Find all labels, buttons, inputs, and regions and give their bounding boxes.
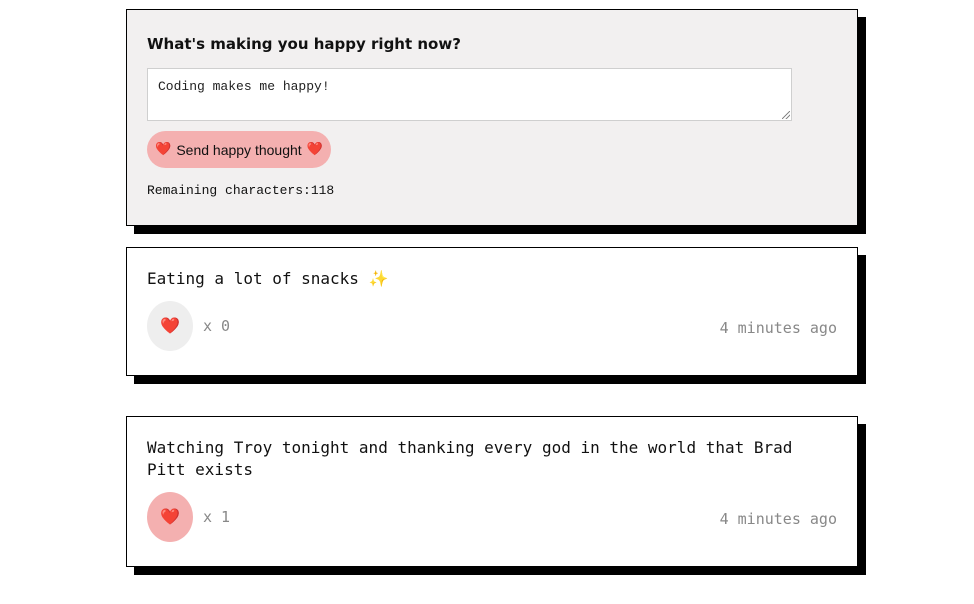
sparkles-icon: ✨ <box>368 269 389 288</box>
thought-message: Watching Troy tonight and thanking every… <box>147 437 817 481</box>
send-button-label: Send happy thought <box>176 141 302 158</box>
remaining-count: 118 <box>310 183 335 198</box>
like-button[interactable]: ❤️ <box>147 492 193 542</box>
thought-text: Eating a lot of snacks <box>147 269 359 288</box>
heart-icon: ❤️ <box>160 316 180 335</box>
thought-message: Eating a lot of snacks ✨ <box>147 268 817 290</box>
heart-icon: ❤️ <box>160 507 180 526</box>
thought-timestamp: 4 minutes ago <box>719 510 837 528</box>
thought-textarea[interactable] <box>147 68 792 121</box>
thought-card: Eating a lot of snacks ✨ ❤️ x 0 4 minute… <box>126 247 858 376</box>
remaining-label: Remaining characters: <box>147 183 311 198</box>
happy-thought-form: What's making you happy right now? ❤️ Se… <box>126 9 858 226</box>
like-count: x 0 <box>203 317 231 335</box>
form-title: What's making you happy right now? <box>147 35 461 53</box>
thought-text: Watching Troy tonight and thanking every… <box>147 438 793 479</box>
like-count: x 1 <box>203 508 231 526</box>
thought-timestamp: 4 minutes ago <box>719 319 837 337</box>
like-button[interactable]: ❤️ <box>147 301 193 351</box>
thought-input-wrapper <box>147 68 792 121</box>
heart-icon: ❤️ <box>155 142 172 157</box>
thought-card: Watching Troy tonight and thanking every… <box>126 416 858 567</box>
resize-handle-icon[interactable] <box>782 111 790 119</box>
heart-icon: ❤️ <box>306 142 323 157</box>
remaining-characters: Remaining characters:118 <box>147 183 334 198</box>
send-happy-thought-button[interactable]: ❤️ Send happy thought ❤️ <box>147 131 331 168</box>
